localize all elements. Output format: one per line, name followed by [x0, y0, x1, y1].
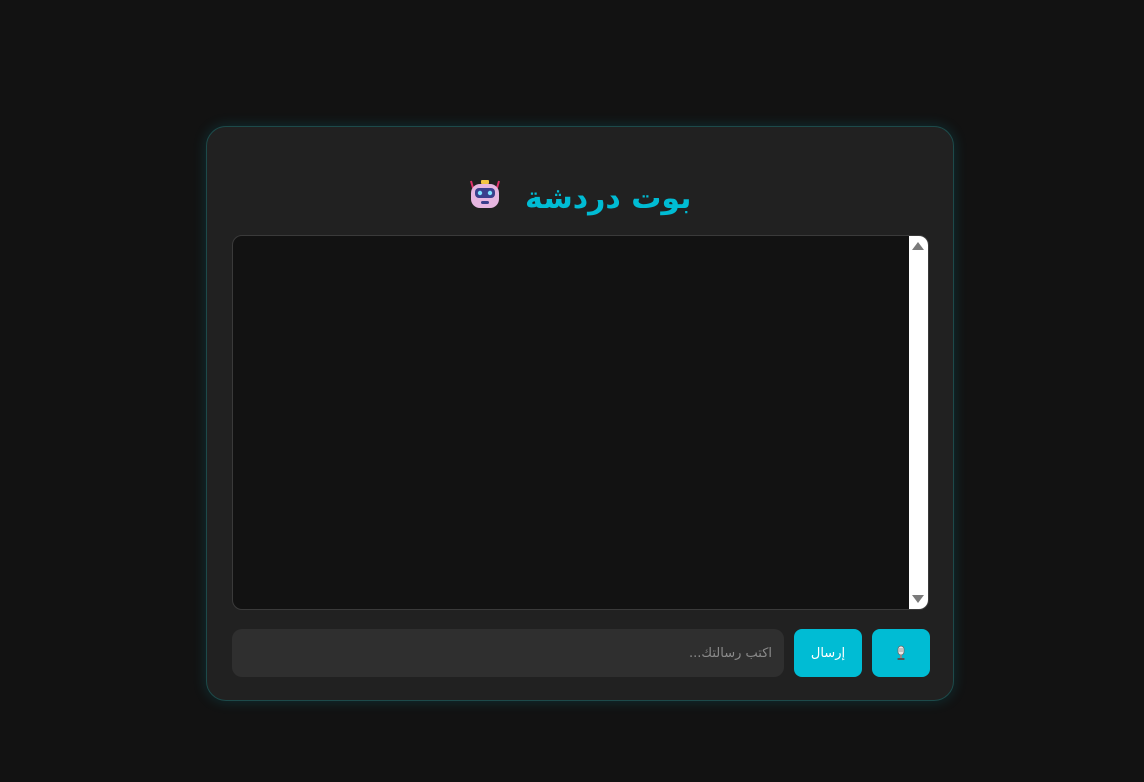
chat-scrollbar[interactable]	[909, 236, 928, 609]
mic-button[interactable]	[872, 629, 930, 677]
page-title: بوت دردشة	[525, 181, 692, 216]
message-input[interactable]	[232, 629, 784, 677]
microphone-icon	[872, 645, 930, 661]
chat-header: بوت دردشة	[207, 179, 953, 220]
chat-messages	[232, 235, 929, 610]
robot-icon	[469, 179, 501, 220]
send-button[interactable]: إرسال	[794, 629, 862, 677]
scroll-down-arrow-icon[interactable]	[912, 595, 924, 603]
scroll-up-arrow-icon[interactable]	[912, 242, 924, 250]
chat-card: بوت دردشة إرسال	[206, 126, 954, 701]
